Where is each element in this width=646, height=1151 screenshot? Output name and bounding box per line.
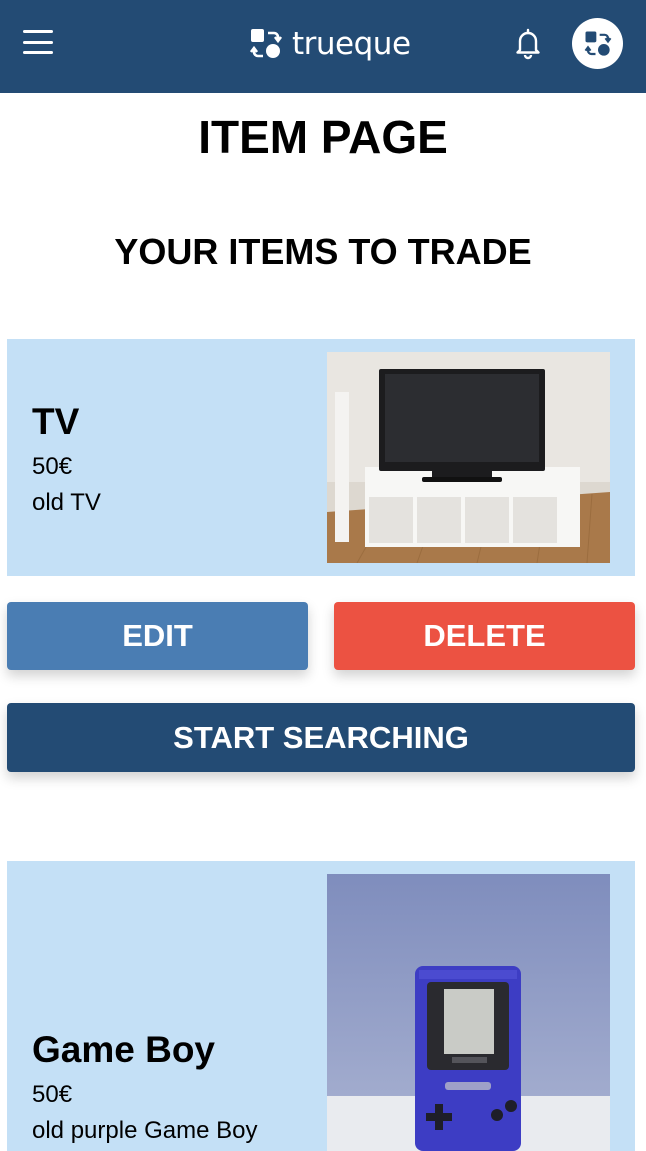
top-bar: trueque <box>0 0 646 93</box>
bell-icon[interactable] <box>510 25 546 61</box>
item-name: Game Boy <box>32 1029 216 1070</box>
item-description: old purple Game Boy <box>32 1117 258 1144</box>
section-title: YOUR ITEMS TO TRADE <box>114 231 532 272</box>
item-photo-tv <box>327 352 610 563</box>
item-price: 50€ <box>32 1081 73 1108</box>
item-card-game-boy[interactable]: Game Boy 50€ old purple Game Boy <box>7 861 635 1151</box>
brand-logo[interactable]: trueque <box>248 22 411 66</box>
item-card-tv[interactable]: TV 50€ old TV <box>7 339 635 576</box>
item-info: Game Boy 50€ old purple Game Boy <box>32 1029 257 1145</box>
item-price: 50€ <box>32 453 73 480</box>
edit-button[interactable]: EDIT <box>7 602 308 670</box>
item-description: old TV <box>32 489 101 516</box>
item-info: TV 50€ old TV <box>32 401 101 517</box>
page-title: ITEM PAGE <box>198 111 448 163</box>
item-photo-game-boy <box>327 874 610 1151</box>
hamburger-menu-icon[interactable] <box>22 28 54 56</box>
trueque-logo-icon <box>249 29 283 58</box>
start-searching-button[interactable]: START SEARCHING <box>7 703 635 772</box>
delete-button[interactable]: DELETE <box>334 602 635 670</box>
user-avatar-icon[interactable] <box>572 18 623 69</box>
item-name: TV <box>32 401 80 442</box>
brand-name: trueque <box>292 26 411 62</box>
